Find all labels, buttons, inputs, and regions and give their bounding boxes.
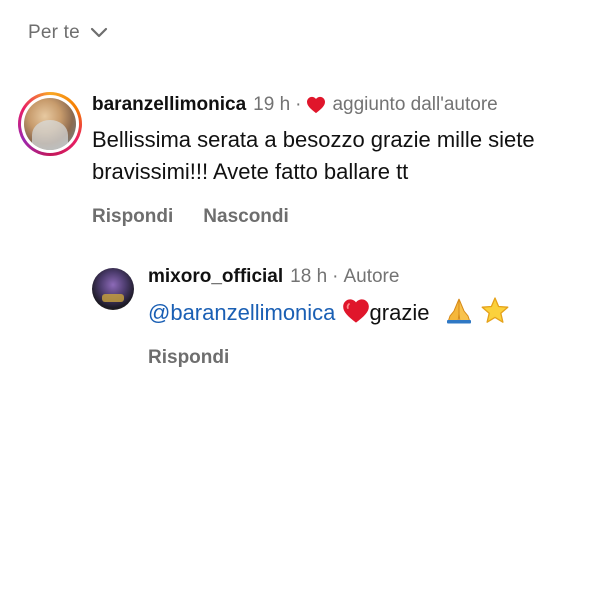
comment-actions: Rispondi Nascondi <box>92 206 598 228</box>
comment-username[interactable]: baranzellimonica <box>92 92 246 118</box>
liked-by-author-label: aggiunto dall'autore <box>332 94 498 115</box>
heart-icon <box>307 96 326 114</box>
avatar <box>24 98 76 150</box>
chevron-down-icon <box>90 27 108 38</box>
star-emoji <box>481 297 509 323</box>
reply-text-line: @baranzellimonica grazie <box>148 296 592 329</box>
comments-screen: Per te baranzellimonica 19 h · aggiunto … <box>0 0 600 600</box>
comment-item: baranzellimonica 19 h · aggiunto dall'au… <box>18 92 598 228</box>
sort-filter-label: Per te <box>28 22 80 43</box>
comment-text: Bellissima serata a besozzo grazie mille… <box>92 127 535 184</box>
reply-button[interactable]: Rispondi <box>148 347 229 369</box>
author-label: Autore <box>343 266 400 287</box>
reply-meta: mixoro_official 18 h · Autore <box>148 264 592 290</box>
avatar-story-ring[interactable] <box>18 92 82 156</box>
reply-actions: Rispondi <box>148 347 592 369</box>
sort-filter-dropdown[interactable]: Per te <box>28 22 108 44</box>
comment-time: 19 h <box>253 94 291 115</box>
reply-body: mixoro_official 18 h · Autore @baranzell… <box>148 264 592 369</box>
reply-text: grazie <box>369 300 430 325</box>
folded-hands-emoji <box>446 298 471 324</box>
hide-button[interactable]: Nascondi <box>203 206 289 228</box>
meta-separator: · <box>295 94 302 115</box>
reply-button[interactable]: Rispondi <box>92 206 173 228</box>
reply-time: 18 h <box>290 266 328 287</box>
mention-link[interactable]: @baranzellimonica <box>148 300 335 325</box>
red-heart-emoji <box>342 299 369 323</box>
comment-body: baranzellimonica 19 h · aggiunto dall'au… <box>92 92 598 228</box>
meta-separator: · <box>332 266 339 287</box>
avatar[interactable] <box>92 268 134 310</box>
comment-meta: baranzellimonica 19 h · aggiunto dall'au… <box>92 92 598 118</box>
reply-username[interactable]: mixoro_official <box>148 264 283 290</box>
reply-item: mixoro_official 18 h · Autore @baranzell… <box>92 264 592 369</box>
